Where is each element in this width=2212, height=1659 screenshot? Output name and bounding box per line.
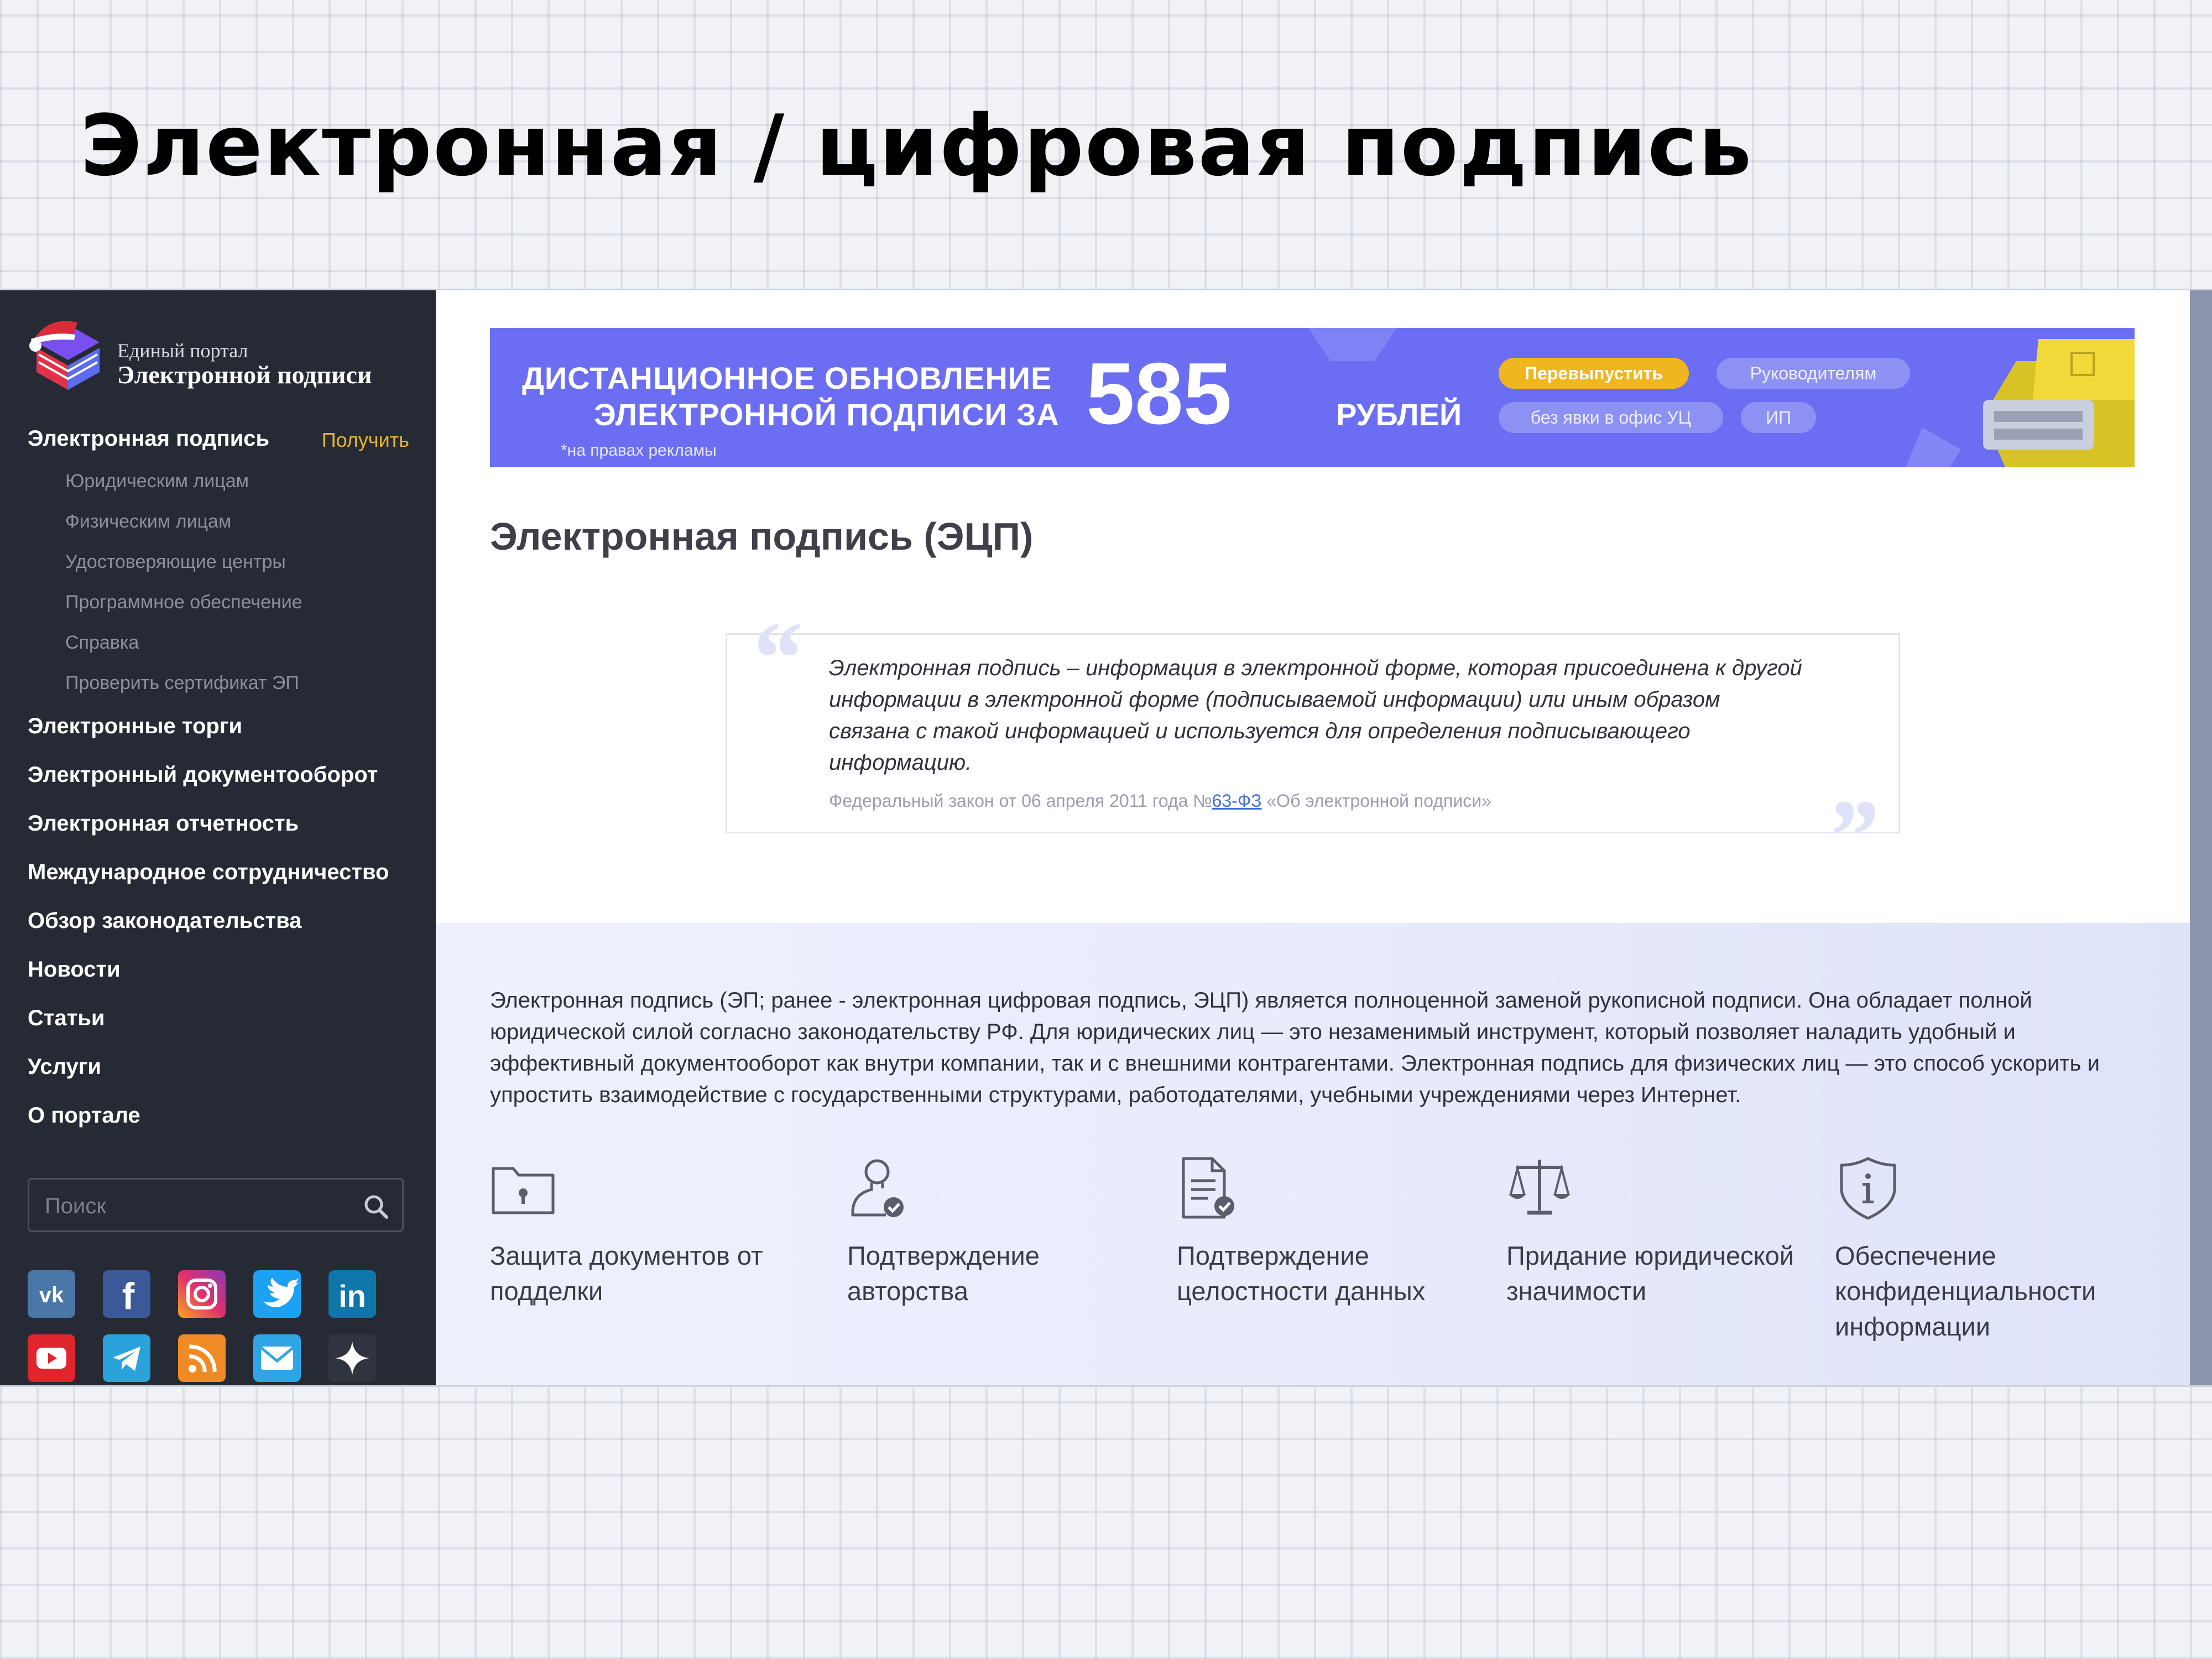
svg-text:f: f bbox=[122, 1275, 135, 1317]
youtube-icon[interactable] bbox=[28, 1334, 75, 1382]
search-placeholder: Поиск bbox=[45, 1194, 106, 1218]
quote-source-prefix: Федеральный закон от 06 апреля 2011 года… bbox=[829, 791, 1212, 811]
feature-label: Подтверждение целостности данных bbox=[1177, 1241, 1426, 1306]
banner-currency: РУБЛЕЙ bbox=[1336, 397, 1462, 432]
portal-logo[interactable]: Единый портал Электронной подписи bbox=[27, 312, 414, 395]
quote-text: Электронная подпись – информация в элект… bbox=[829, 656, 1802, 775]
svg-text:vk: vk bbox=[39, 1283, 64, 1307]
website-screenshot: Единый портал Электронной подписи Электр… bbox=[0, 289, 2212, 1387]
feature-authorship: Подтверждение авторства bbox=[847, 1155, 1157, 1309]
scales-icon bbox=[1509, 1160, 1571, 1215]
reissue-pill[interactable]: Перевыпустить bbox=[1499, 358, 1689, 389]
twitter-icon[interactable] bbox=[253, 1270, 301, 1318]
open-quote-icon: “ bbox=[748, 601, 801, 717]
zen-icon[interactable] bbox=[328, 1334, 376, 1382]
logo-subtitle: Единый портал bbox=[117, 340, 248, 362]
folder-lock-icon bbox=[492, 1167, 555, 1214]
search-input[interactable]: Поиск bbox=[28, 1178, 404, 1232]
nav-item-legislation[interactable]: Обзор законодательства bbox=[28, 909, 301, 933]
shield-info-icon bbox=[1840, 1157, 1896, 1220]
feature-label: Придание юридической значимости bbox=[1506, 1241, 1794, 1306]
promo-banner[interactable]: ДИСТАНЦИОННОЕ ОБНОВЛЕНИЕ ЭЛЕКТРОННОЙ ПОД… bbox=[490, 328, 2135, 467]
instagram-icon[interactable] bbox=[178, 1270, 226, 1318]
mail-icon[interactable] bbox=[253, 1334, 301, 1382]
page-heading: Электронная подпись (ЭЦП) bbox=[490, 515, 1034, 558]
nav-item-international[interactable]: Международное сотрудничество bbox=[28, 860, 389, 885]
banner-ad-note: *на правах рекламы bbox=[561, 441, 717, 460]
scrollbar[interactable] bbox=[2190, 290, 2212, 1385]
feature-document-protection: Защита документов от подделки bbox=[490, 1155, 800, 1309]
subnav-item-help[interactable]: Справка bbox=[65, 632, 139, 654]
sidebar: Единый портал Электронной подписи Электр… bbox=[0, 290, 436, 1385]
nav-item-electronic-signature[interactable]: Электронная подпись Получить bbox=[28, 424, 409, 453]
cube-logo-icon bbox=[29, 321, 100, 390]
subnav-item-software[interactable]: Программное обеспечение bbox=[65, 592, 302, 613]
facebook-icon[interactable]: f bbox=[103, 1270, 150, 1318]
banner-price: 585 bbox=[1086, 345, 1232, 442]
nav-item-services[interactable]: Услуги bbox=[28, 1055, 101, 1079]
no-visit-pill[interactable]: без явки в офис УЦ bbox=[1499, 402, 1723, 433]
document-check-icon bbox=[1182, 1157, 1234, 1219]
law-63-fz-link[interactable]: 63-ФЗ bbox=[1212, 791, 1262, 811]
slide-title: Электронная / цифровая подпись bbox=[80, 97, 1753, 195]
quote-source-suffix: «Об электронной подписи» bbox=[1261, 791, 1491, 811]
for-managers-pill[interactable]: Руководителям bbox=[1717, 358, 1910, 389]
rss-icon[interactable] bbox=[178, 1334, 226, 1382]
feature-label: Обеспечение конфиденциальности информаци… bbox=[1835, 1241, 2096, 1341]
nav-item-e-reporting[interactable]: Электронная отчетность bbox=[28, 811, 299, 836]
linkedin-icon[interactable]: in bbox=[328, 1270, 376, 1318]
banner-line2: ЭЛЕКТРОННОЙ ПОДПИСИ ЗА bbox=[594, 397, 1060, 432]
nav-item-articles[interactable]: Статьи bbox=[28, 1006, 105, 1031]
subnav-item-individuals[interactable]: Физическим лицам bbox=[65, 511, 231, 533]
search-icon[interactable] bbox=[362, 1193, 390, 1220]
nav-item-label: Электронная подпись bbox=[28, 426, 270, 451]
main-content: ДИСТАНЦИОННОЕ ОБНОВЛЕНИЕ ЭЛЕКТРОННОЙ ПОД… bbox=[436, 290, 2190, 1385]
banner-line1: ДИСТАНЦИОННОЕ ОБНОВЛЕНИЕ bbox=[522, 361, 1052, 395]
subnav-item-certification-centers[interactable]: Удостоверяющие центры bbox=[65, 551, 286, 573]
feature-confidentiality: Обеспечение конфиденциальности информаци… bbox=[1835, 1155, 2145, 1344]
info-section: Электронная подпись (ЭП; ранее - электро… bbox=[436, 923, 2190, 1385]
subnav-item-legal-entities[interactable]: Юридическим лицам bbox=[65, 471, 249, 492]
definition-quote: “ Электронная подпись – информация в эле… bbox=[726, 606, 1900, 889]
close-quote-icon: ” bbox=[1824, 779, 1877, 895]
user-check-icon bbox=[851, 1159, 904, 1217]
ip-pill[interactable]: ИП bbox=[1741, 402, 1816, 433]
subnav-item-check-certificate[interactable]: Проверить сертификат ЭП bbox=[65, 672, 299, 694]
svg-text:in: in bbox=[338, 1279, 366, 1313]
telegram-icon[interactable] bbox=[103, 1334, 150, 1382]
intro-paragraph: Электронная подпись (ЭП; ранее - электро… bbox=[490, 988, 2100, 1107]
vk-icon[interactable]: vk bbox=[28, 1270, 75, 1318]
nav-item-e-document-flow[interactable]: Электронный документооборот bbox=[28, 763, 378, 787]
feature-data-integrity: Подтверждение целостности данных bbox=[1177, 1155, 1486, 1309]
feature-label: Подтверждение авторства bbox=[847, 1241, 1040, 1306]
get-signature-link[interactable]: Получить bbox=[322, 429, 409, 452]
nav-item-about[interactable]: О портале bbox=[28, 1103, 140, 1128]
quote-source: Федеральный закон от 06 апреля 2011 года… bbox=[829, 791, 1491, 811]
logo-title: Электронной подписи bbox=[117, 361, 372, 389]
feature-label: Защита документов от подделки bbox=[490, 1241, 763, 1306]
nav-item-news[interactable]: Новости bbox=[28, 957, 121, 982]
feature-legal-significance: Придание юридической значимости bbox=[1506, 1155, 1816, 1309]
nav-item-e-trading[interactable]: Электронные торги bbox=[28, 714, 242, 739]
